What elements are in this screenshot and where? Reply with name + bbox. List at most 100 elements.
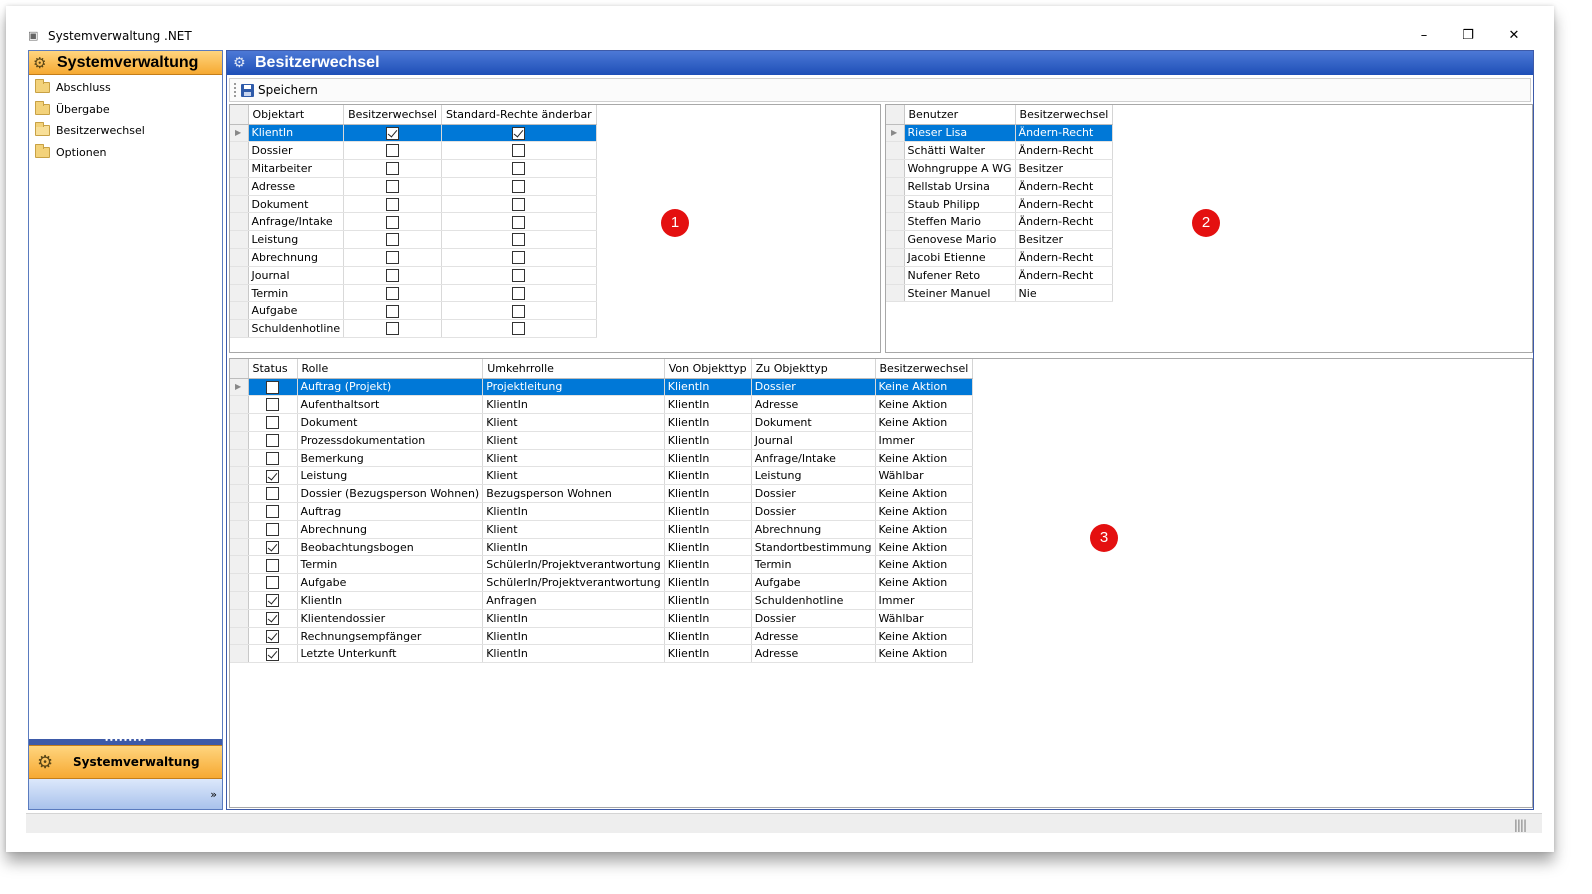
besitzerwechsel-cell[interactable] [343, 195, 442, 214]
checkbox-unchecked[interactable] [386, 162, 400, 176]
objektart-cell[interactable]: Dokument [248, 195, 345, 214]
chevron-right-icon[interactable]: » [210, 788, 217, 801]
row-header[interactable] [230, 609, 249, 628]
von-objekttyp-cell[interactable]: KlientIn [664, 413, 752, 432]
objektart-cell[interactable]: Dossier [248, 141, 345, 161]
status-cell[interactable] [248, 484, 298, 504]
table-row[interactable]: Staub Philipp Ändern-Recht [886, 195, 1114, 214]
row-header[interactable] [886, 177, 905, 196]
row-header[interactable] [230, 573, 249, 593]
objektart-cell[interactable]: Termin [248, 284, 345, 303]
besitzerwechsel-cell[interactable]: Immer [875, 431, 974, 450]
besitzerwechsel-cell[interactable]: Keine Aktion [875, 644, 974, 664]
checkbox-unchecked[interactable] [512, 304, 526, 318]
zu-objekttyp-cell[interactable]: Dossier [751, 378, 876, 397]
table-row[interactable]: Genovese Mario Besitzer [886, 230, 1114, 250]
zu-objekttyp-cell[interactable]: Standortbestimmung [751, 538, 876, 557]
standard-rechte-cell[interactable] [441, 141, 597, 161]
row-header[interactable] [230, 248, 249, 267]
checkbox-checked[interactable] [386, 126, 400, 140]
table-row[interactable]: Termin [230, 284, 597, 303]
checkbox-unchecked[interactable] [266, 416, 279, 430]
save-button[interactable]: Speichern [241, 83, 318, 97]
objektart-cell[interactable]: Leistung [248, 230, 345, 250]
objektart-cell[interactable]: Journal [248, 266, 345, 285]
column-header-status[interactable]: Status [248, 359, 298, 379]
checkbox-unchecked[interactable] [512, 251, 526, 265]
row-header[interactable] [230, 141, 249, 161]
checkbox-unchecked[interactable] [266, 451, 279, 465]
checkbox-unchecked[interactable] [386, 251, 400, 265]
benutzer-cell[interactable]: Rieser Lisa [904, 124, 1016, 143]
nav-item-optionen[interactable]: Optionen [29, 142, 222, 164]
resize-grip-icon[interactable]: |||| [1514, 818, 1527, 832]
standard-rechte-cell[interactable] [441, 212, 597, 232]
row-header[interactable] [230, 319, 249, 339]
minimize-button[interactable]: – [1402, 24, 1446, 48]
benutzer-cell[interactable]: Rellstab Ursina [904, 177, 1016, 196]
table-row[interactable]: Aufgabe SchülerIn/Projektverantwortung Kli… [230, 573, 974, 593]
checkbox-unchecked[interactable] [266, 576, 279, 590]
status-cell[interactable] [248, 395, 298, 415]
umkehrrolle-cell[interactable]: Klient [482, 520, 665, 539]
status-cell[interactable] [248, 573, 298, 593]
table-row[interactable]: KlientIn Anfragen KlientIn Schuldenhotline I… [230, 591, 974, 610]
checkbox-unchecked[interactable] [266, 434, 279, 448]
zu-objekttyp-cell[interactable]: Adresse [751, 627, 876, 646]
table-row[interactable]: Prozessdokumentation Klient KlientIn Journa… [230, 431, 974, 450]
row-header[interactable] [230, 627, 249, 646]
table-row[interactable]: Aufenthaltsort KlientIn KlientIn Adresse Kei… [230, 395, 974, 415]
umkehrrolle-cell[interactable]: KlientIn [482, 538, 665, 557]
besitzerwechsel-cell[interactable]: Immer [875, 591, 974, 610]
von-objekttyp-cell[interactable]: KlientIn [664, 538, 752, 557]
checkbox-unchecked[interactable] [386, 180, 400, 194]
standard-rechte-cell[interactable] [441, 266, 597, 285]
table-row[interactable]: Rechnungsempfänger KlientIn KlientIn Adress… [230, 627, 974, 646]
besitzerwechsel-cell[interactable] [343, 319, 442, 339]
table-row[interactable]: Nufener Reto Ändern-Recht [886, 266, 1114, 285]
standard-rechte-cell[interactable] [441, 159, 597, 178]
checkbox-unchecked[interactable] [512, 233, 526, 247]
row-header[interactable] [230, 538, 249, 557]
objektart-cell[interactable]: Anfrage/Intake [248, 212, 345, 232]
status-cell[interactable] [248, 644, 298, 664]
checkbox-unchecked[interactable] [266, 487, 279, 501]
nav-item-besitzerwechsel[interactable]: Besitzerwechsel [29, 120, 222, 142]
rolle-cell[interactable]: Bemerkung [297, 449, 484, 468]
nav-item-abschluss[interactable]: Abschluss [29, 77, 222, 99]
nav-item-uebergabe[interactable]: Übergabe [29, 99, 222, 121]
von-objekttyp-cell[interactable]: KlientIn [664, 378, 752, 397]
umkehrrolle-cell[interactable]: Klient [482, 466, 665, 486]
zu-objekttyp-cell[interactable]: Dossier [751, 502, 876, 521]
row-header[interactable] [886, 195, 905, 214]
column-header-besitzerwechsel[interactable]: Besitzerwechsel [343, 105, 442, 125]
standard-rechte-cell[interactable] [441, 248, 597, 267]
umkehrrolle-cell[interactable]: SchülerIn/Projektverantwortung [482, 555, 665, 575]
besitzerwechsel-cell[interactable]: Keine Aktion [875, 413, 974, 432]
besitzerwechsel-cell[interactable] [343, 230, 442, 250]
table-row[interactable]: Klientendossier KlientIn KlientIn Dossier Wä… [230, 609, 974, 628]
table-row[interactable]: ▶ KlientIn [230, 124, 597, 143]
umkehrrolle-cell[interactable]: SchülerIn/Projektverantwortung [482, 573, 665, 593]
table-row[interactable]: Schuldenhotline [230, 319, 597, 339]
column-header-benutzer[interactable]: Benutzer [904, 105, 1016, 125]
von-objekttyp-cell[interactable]: KlientIn [664, 431, 752, 450]
row-header[interactable] [230, 466, 249, 486]
table-row[interactable]: Schätti Walter Ändern-Recht [886, 141, 1114, 161]
row-header[interactable] [230, 484, 249, 504]
table-row[interactable]: Steiner Manuel Nie [886, 284, 1114, 303]
besitzerwechsel-cell[interactable]: Ändern-Recht [1015, 177, 1114, 196]
von-objekttyp-cell[interactable]: KlientIn [664, 555, 752, 575]
zu-objekttyp-cell[interactable]: Adresse [751, 644, 876, 664]
rolle-cell[interactable]: Prozessdokumentation [297, 431, 484, 450]
table-row[interactable]: Abrechnung Klient KlientIn Abrechnung Keine … [230, 520, 974, 539]
besitzerwechsel-cell[interactable]: Ändern-Recht [1015, 248, 1114, 267]
checkbox-unchecked[interactable] [512, 269, 526, 283]
rolle-cell[interactable]: Beobachtungsbogen [297, 538, 484, 557]
row-header[interactable] [230, 266, 249, 285]
besitzerwechsel-cell[interactable] [343, 284, 442, 303]
row-header[interactable] [886, 212, 905, 232]
besitzerwechsel-cell[interactable] [343, 124, 442, 143]
column-header-rolle[interactable]: Rolle [297, 359, 484, 379]
besitzerwechsel-cell[interactable]: Keine Aktion [875, 555, 974, 575]
